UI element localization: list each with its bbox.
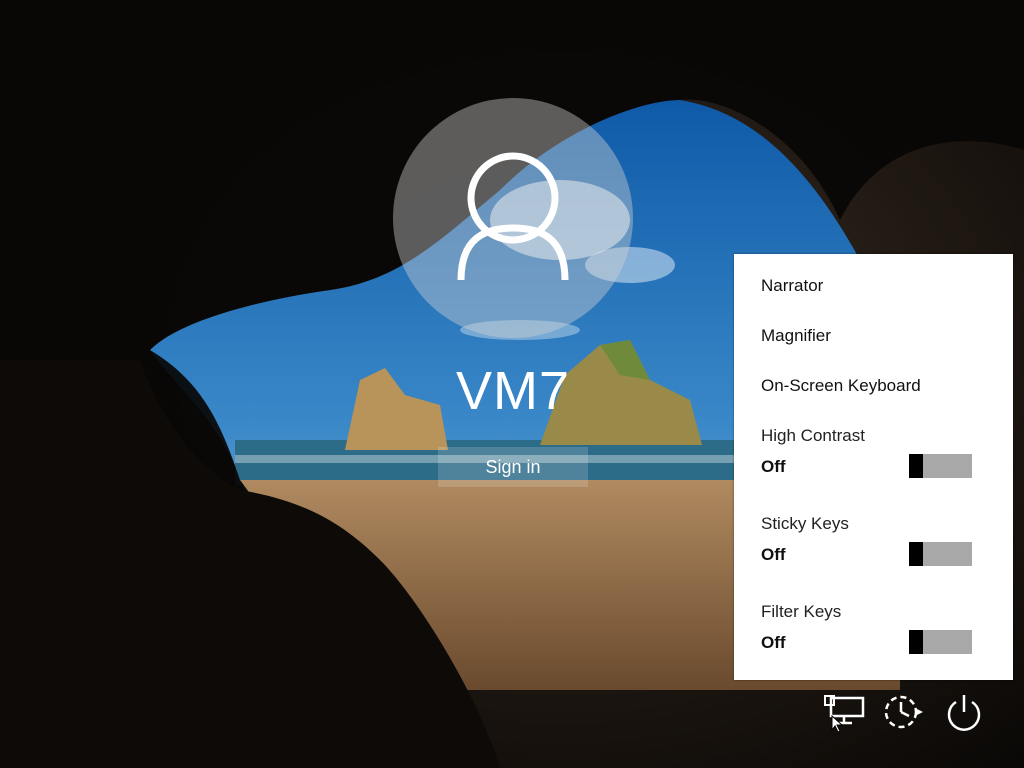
- user-avatar: [393, 98, 633, 338]
- ease-of-access-button[interactable]: [881, 690, 925, 734]
- sticky-keys-label: Sticky Keys: [761, 514, 849, 533]
- network-button[interactable]: [822, 690, 866, 734]
- menu-item-magnifier[interactable]: Magnifier: [761, 326, 831, 346]
- menu-item-on-screen-keyboard[interactable]: On-Screen Keyboard: [761, 376, 921, 396]
- ease-of-access-icon: [884, 695, 923, 729]
- filter-keys-toggle[interactable]: [909, 630, 972, 654]
- high-contrast-label: High Contrast: [761, 426, 865, 445]
- high-contrast-state: Off: [761, 457, 786, 476]
- filter-keys-state: Off: [761, 633, 786, 652]
- menu-item-narrator[interactable]: Narrator: [761, 276, 823, 296]
- high-contrast-toggle[interactable]: [909, 454, 972, 478]
- power-button[interactable]: [942, 690, 986, 734]
- sticky-keys-state: Off: [761, 545, 786, 564]
- toggle-knob: [909, 630, 923, 654]
- ease-of-access-menu: Narrator Magnifier On-Screen Keyboard Hi…: [734, 254, 1013, 680]
- user-name: VM7: [455, 361, 571, 421]
- toggle-knob: [909, 542, 923, 566]
- filter-keys-label: Filter Keys: [761, 602, 842, 621]
- power-icon: [947, 695, 981, 731]
- network-icon: [824, 695, 865, 733]
- sticky-keys-toggle[interactable]: [909, 542, 972, 566]
- user-silhouette-icon: [457, 152, 569, 281]
- sign-in-button[interactable]: Sign in: [438, 447, 588, 487]
- toggle-knob: [909, 454, 923, 478]
